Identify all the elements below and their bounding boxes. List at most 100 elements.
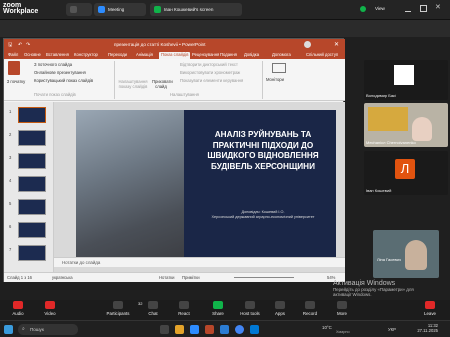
slide-thumbnail[interactable] [18, 199, 46, 215]
slide-thumbnail[interactable] [18, 130, 46, 146]
language-indicator[interactable]: УКР [388, 327, 396, 332]
zoom-app-icon[interactable] [190, 325, 199, 334]
share-label: Share [212, 311, 224, 316]
ribbon-tab-slideshow[interactable]: Показ слайдів [159, 52, 191, 59]
participant-name: Іван Кошевий [366, 188, 392, 193]
slide-thumbnail[interactable] [18, 153, 46, 169]
participant-tile[interactable]: Mechaniсл Chernoivanenko [364, 103, 448, 147]
ribbon-tab-review[interactable]: Рецензування [190, 52, 221, 57]
group-start-label: Почати показ слайдів [34, 92, 76, 97]
clock[interactable]: 11:32 27.11.2025 [408, 323, 438, 333]
ribbon-tab-design[interactable]: Конструктор [72, 52, 100, 57]
weather-temp[interactable]: 10°C [322, 325, 332, 330]
share-button[interactable]: Share [200, 301, 236, 316]
notes-toggle[interactable]: Нотатки [159, 275, 174, 280]
ribbon-tab-help[interactable]: Довідка [242, 52, 261, 57]
slide-number: 6 [9, 224, 12, 229]
windows-taskbar: ⌕ Пошук 10°C Хмарно УКР 11:32 27.11.2025 [0, 320, 450, 337]
ribbon-tab-home[interactable]: Основне [22, 52, 43, 57]
chrome-icon[interactable] [235, 325, 244, 334]
ribbon-tab-assist[interactable]: Допомога [270, 52, 293, 57]
ppt-close-icon[interactable]: ✕ [334, 41, 339, 48]
meeting-icon [98, 6, 105, 13]
security-icon[interactable] [360, 6, 366, 12]
show-media-controls-check[interactable]: Показувати елементи керування [180, 78, 243, 83]
monitors-button[interactable]: Монітори [266, 77, 284, 82]
slide-thumbnail[interactable] [18, 107, 46, 123]
slide-thumbnail[interactable] [18, 245, 46, 261]
mic-muted-icon [13, 301, 23, 309]
play-narrations-check[interactable]: Відтворити дикторський текст [180, 62, 238, 67]
monitor-icon[interactable] [272, 63, 286, 73]
ribbon-tab-transitions[interactable]: Переходи [106, 52, 129, 57]
more-button[interactable]: More [324, 301, 360, 316]
maximize-icon[interactable] [420, 5, 427, 12]
slide-thumbnail[interactable] [18, 176, 46, 192]
from-slide-button[interactable]: З поточного слайда [34, 62, 72, 67]
language-indicator[interactable]: українська [52, 275, 73, 280]
video-button[interactable]: Video [32, 301, 68, 316]
shared-screen-bar [0, 20, 450, 37]
start-icon[interactable] [4, 325, 13, 334]
share-screen-icon [154, 6, 161, 13]
slide-number: 7 [9, 247, 12, 252]
slide-number: 5 [9, 201, 12, 206]
edge-icon[interactable] [250, 325, 259, 334]
online-present-button[interactable]: Онлайнове презентування [34, 70, 86, 75]
tab-meeting[interactable]: Meeting [94, 3, 146, 16]
react-icon [179, 301, 189, 309]
ppt-window-title: презентація до статті Koshevii • PowerPo… [114, 42, 206, 47]
participant-tile[interactable]: Володимир Бакі [364, 60, 448, 100]
notes-pane[interactable]: Нотатки до слайда [54, 257, 345, 267]
ribbon-tab-share[interactable]: Спільний доступ [304, 52, 340, 57]
file-explorer-icon[interactable] [175, 325, 184, 334]
participant-name: Mechaniсл Chernoivanenko [366, 140, 416, 145]
participants-button[interactable]: Participants [100, 301, 136, 316]
tab-home[interactable] [66, 3, 92, 16]
ribbon-tab-insert[interactable]: Вставлення [44, 52, 71, 57]
leave-label: Leave [424, 311, 436, 316]
minimize-icon[interactable] [405, 6, 411, 12]
record-button[interactable]: Record [292, 301, 328, 316]
custom-show-button[interactable]: Користувацький показ слайдів [34, 78, 93, 83]
slide-title: АНАЛІЗ РУЙНУВАНЬ ТА ПРАКТИЧНІ ПІДХОДИ ДО… [207, 130, 319, 171]
ribbon-tab-view[interactable]: Подання [218, 52, 239, 57]
close-icon[interactable]: ✕ [435, 3, 441, 11]
ribbon-tab-animation[interactable]: Анімація [134, 52, 155, 57]
slide-author-university: Херсонський державний аграрно-економічни… [211, 215, 315, 219]
use-timings-check[interactable]: Використовувати хронометраж [180, 70, 240, 75]
tab-share[interactable]: Іван Кошкевий's screen [150, 3, 242, 16]
slide-number: 4 [9, 178, 12, 183]
undo-icon[interactable]: ↶ [18, 42, 22, 48]
zoom-slider[interactable] [234, 277, 294, 278]
divider [262, 61, 263, 99]
react-button[interactable]: React [166, 301, 202, 316]
account-avatar[interactable] [304, 41, 311, 48]
search-input[interactable]: ⌕ Пошук [18, 324, 78, 335]
from-start-button[interactable]: З початку [5, 79, 27, 84]
audio-button[interactable]: Audio [0, 301, 36, 316]
leave-button[interactable]: Leave [412, 301, 448, 316]
redo-icon[interactable]: ↷ [26, 42, 30, 48]
current-slide[interactable]: АНАЛІЗ РУЙНУВАНЬ ТА ПРАКТИЧНІ ПІДХОДИ ДО… [76, 110, 336, 257]
hide-slide-button[interactable]: Приховати слайд [152, 79, 173, 89]
powerpoint-app-icon[interactable] [205, 325, 214, 334]
more-icon [337, 301, 347, 309]
participants-icon [113, 301, 123, 309]
save-icon[interactable]: 🖫 [8, 42, 12, 50]
view-button[interactable]: View [375, 6, 385, 11]
from-start-icon[interactable] [8, 61, 20, 75]
participant-name: Ліна Гасевич [377, 257, 401, 262]
slide-thumbnail[interactable] [18, 222, 46, 238]
tab-share-label: Іван Кошкевий's screen [164, 7, 214, 12]
tab-meeting-label: Meeting [108, 7, 125, 12]
ribbon-tab-file[interactable]: Файл [6, 52, 20, 57]
participant-video [405, 240, 427, 270]
participant-tile[interactable]: Л Іван Кошевий [364, 151, 448, 195]
comments-toggle[interactable]: Примітки [182, 275, 200, 280]
word-app-icon[interactable] [220, 325, 229, 334]
task-view-icon[interactable] [160, 325, 169, 334]
setup-show-button[interactable]: Налаштування показу слайдів [118, 79, 148, 89]
participant-logo [394, 65, 414, 85]
participant-tile[interactable]: Ліна Гасевич [373, 230, 439, 278]
